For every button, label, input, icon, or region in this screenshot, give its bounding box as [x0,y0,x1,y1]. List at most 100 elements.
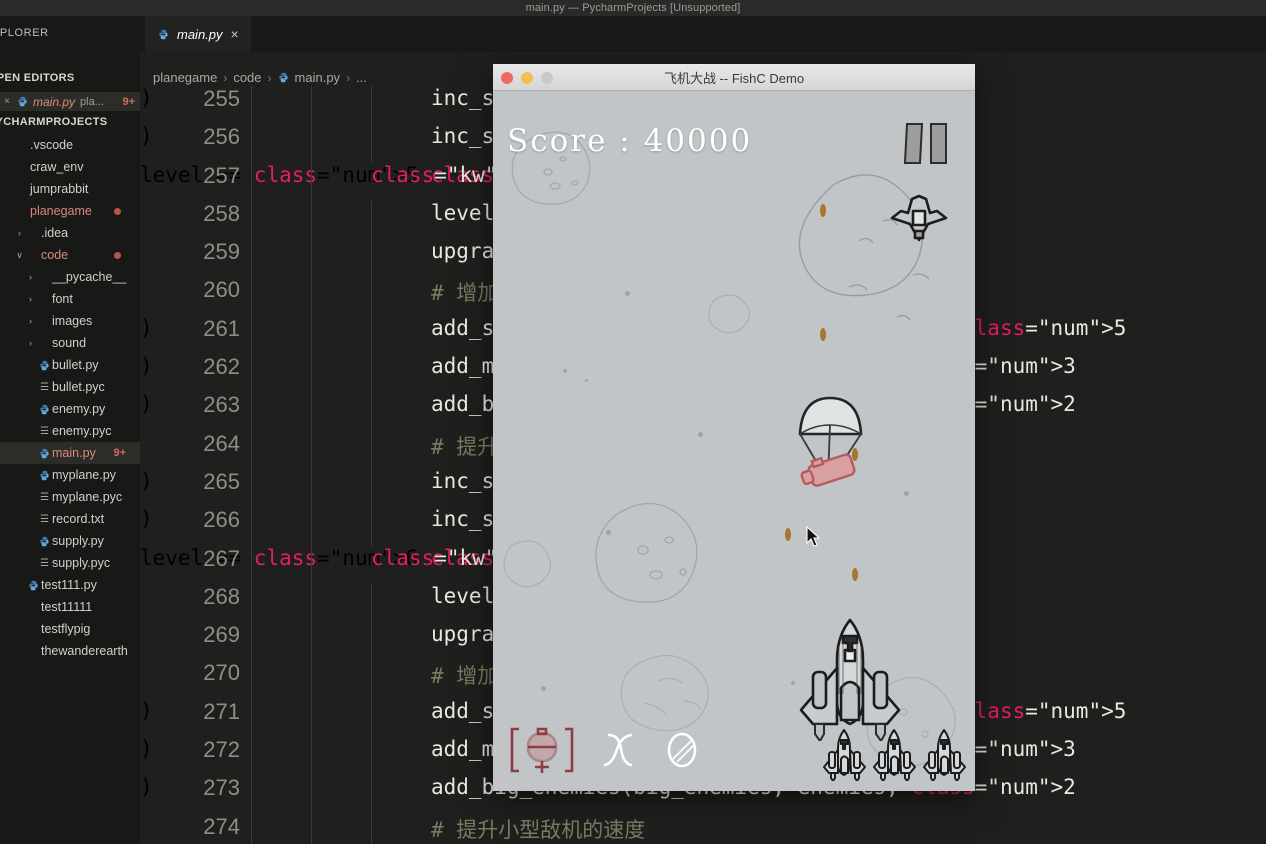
close-icon[interactable] [501,72,513,84]
indent-guide [371,430,372,469]
game-canvas[interactable]: Score : 40000 [493,91,975,791]
chevron-icon[interactable]: › [24,316,37,326]
file-tree-item[interactable]: › sound [0,332,140,354]
file-tree-item[interactable]: › images [0,310,140,332]
score-display: Score : 40000 [507,123,753,159]
file-tree-item-label: bullet.py [52,358,99,372]
close-icon[interactable]: × [231,27,239,41]
game-title-bar[interactable]: 飞机大战 -- FishC Demo [493,64,975,91]
indent-guide [311,583,312,623]
line-number: 258 [203,200,240,226]
traffic-lights[interactable] [501,72,553,84]
file-tree-item[interactable]: ☰ myplane.pyc [0,486,140,508]
close-icon[interactable]: × [4,96,12,107]
project-root-header[interactable]: PYCHARMPROJECTS [0,116,107,128]
file-tree-item-label: enemy.pyc [52,424,112,438]
line-number: 260 [203,277,240,303]
line-number: 264 [203,430,240,456]
screen: main.py — PycharmProjects [Unsupported] … [0,0,1266,844]
tab-main-py[interactable]: main.py × [145,16,251,52]
maximize-icon[interactable] [541,72,553,84]
indent-guide [371,698,372,738]
code-line[interactable]: 274 # 提升小型敌机的速度 [140,813,1266,844]
chevron-icon[interactable]: › [13,228,26,238]
file-tree-item[interactable]: ☰ record.txt [0,508,140,530]
file-tree-item[interactable]: test11111 [0,596,140,618]
line-number: 256 [203,124,240,150]
breadcrumb-item[interactable]: planegame [153,70,217,85]
tab-label: main.py [177,26,223,42]
chevron-icon[interactable]: › [24,294,37,304]
open-editor-item-main-py[interactable]: × main.py pla... 9+ [0,92,140,111]
indent-guide [251,200,252,240]
indent-guide [371,354,372,393]
file-tree-item[interactable]: thewanderearth [0,640,140,662]
line-number: 255 [203,86,240,111]
indent-guide [371,813,372,844]
file-tree-item[interactable]: myplane.py [0,464,140,486]
file-tree-item-label: bullet.pyc [52,380,105,394]
indent-guide [371,622,372,661]
indent-guide [311,507,312,546]
file-tree: .vscode craw_env jumprabbit planegame › .idea… [0,134,140,662]
bullet [785,528,791,541]
file-tree-item-label: test111.py [41,578,97,592]
pause-button[interactable] [903,123,947,164]
indent-guide [311,239,312,278]
breadcrumb-item[interactable]: code [233,70,261,85]
open-editors-header[interactable]: OPEN EDITORS [0,72,75,84]
indent-guide [251,277,252,316]
indent-guide [251,124,252,163]
line-number: 261 [203,315,240,341]
file-tree-item[interactable]: ☰ enemy.pyc [0,420,140,442]
file-tree-item[interactable]: › font [0,288,140,310]
debris-dot [625,291,630,296]
breadcrumb-separator: › [223,70,228,85]
file-tree-item-label: code [41,248,69,262]
life-icon [873,729,916,781]
game-window[interactable]: 飞机大战 -- FishC Demo Score: 40000 [493,64,975,791]
indent-guide [371,124,372,163]
indent-guide [311,392,312,431]
minimize-icon[interactable] [521,72,533,84]
breadcrumb-separator: › [267,70,272,85]
indent-guide [251,622,252,661]
file-tree-item[interactable]: ☰ bullet.pyc [0,376,140,398]
bullet [820,328,826,341]
file-tree-item[interactable]: › .idea [0,222,140,244]
file-tree-item-label: testflypig [41,622,91,636]
file-tree-item[interactable]: main.py 9+ [0,442,140,464]
breadcrumb-item[interactable]: ... [356,70,367,85]
python-file-icon [278,72,289,83]
text-file-icon: ☰ [40,381,49,393]
file-tree-item-label: images [52,314,93,328]
file-tree-item[interactable]: bullet.py [0,354,140,376]
line-number: 257 [203,162,240,188]
file-tree-item[interactable]: ∨ code [0,244,140,266]
indent-guide [311,200,312,240]
file-tree-item[interactable]: craw_env [0,156,140,178]
indent-guide [311,775,312,814]
indent-guide [251,583,252,623]
line-number: 270 [203,660,240,686]
chevron-icon[interactable]: ∨ [13,250,26,261]
indent-guide [371,583,372,623]
file-tree-item[interactable]: enemy.py [0,398,140,420]
file-tree-item[interactable]: planegame [0,200,140,222]
chevron-icon[interactable]: › [24,338,37,348]
life-icon [823,729,866,781]
file-tree-item[interactable]: › __pycache__ [0,266,140,288]
file-tree-item[interactable]: supply.py [0,530,140,552]
indent-guide [371,775,372,814]
file-tree-item[interactable]: testflypig [0,618,140,640]
indent-guide [311,354,312,393]
chevron-icon[interactable]: › [24,272,37,282]
mouse-cursor [806,526,821,547]
file-tree-item[interactable]: jumprabbit [0,178,140,200]
file-tree-item[interactable]: test111.py [0,574,140,596]
file-tree-item[interactable]: .vscode [0,134,140,156]
modified-dot [114,207,121,215]
file-tree-item[interactable]: ☰ supply.pyc [0,552,140,574]
breadcrumb-item[interactable]: main.py [295,70,341,85]
indent-guide [251,392,252,431]
